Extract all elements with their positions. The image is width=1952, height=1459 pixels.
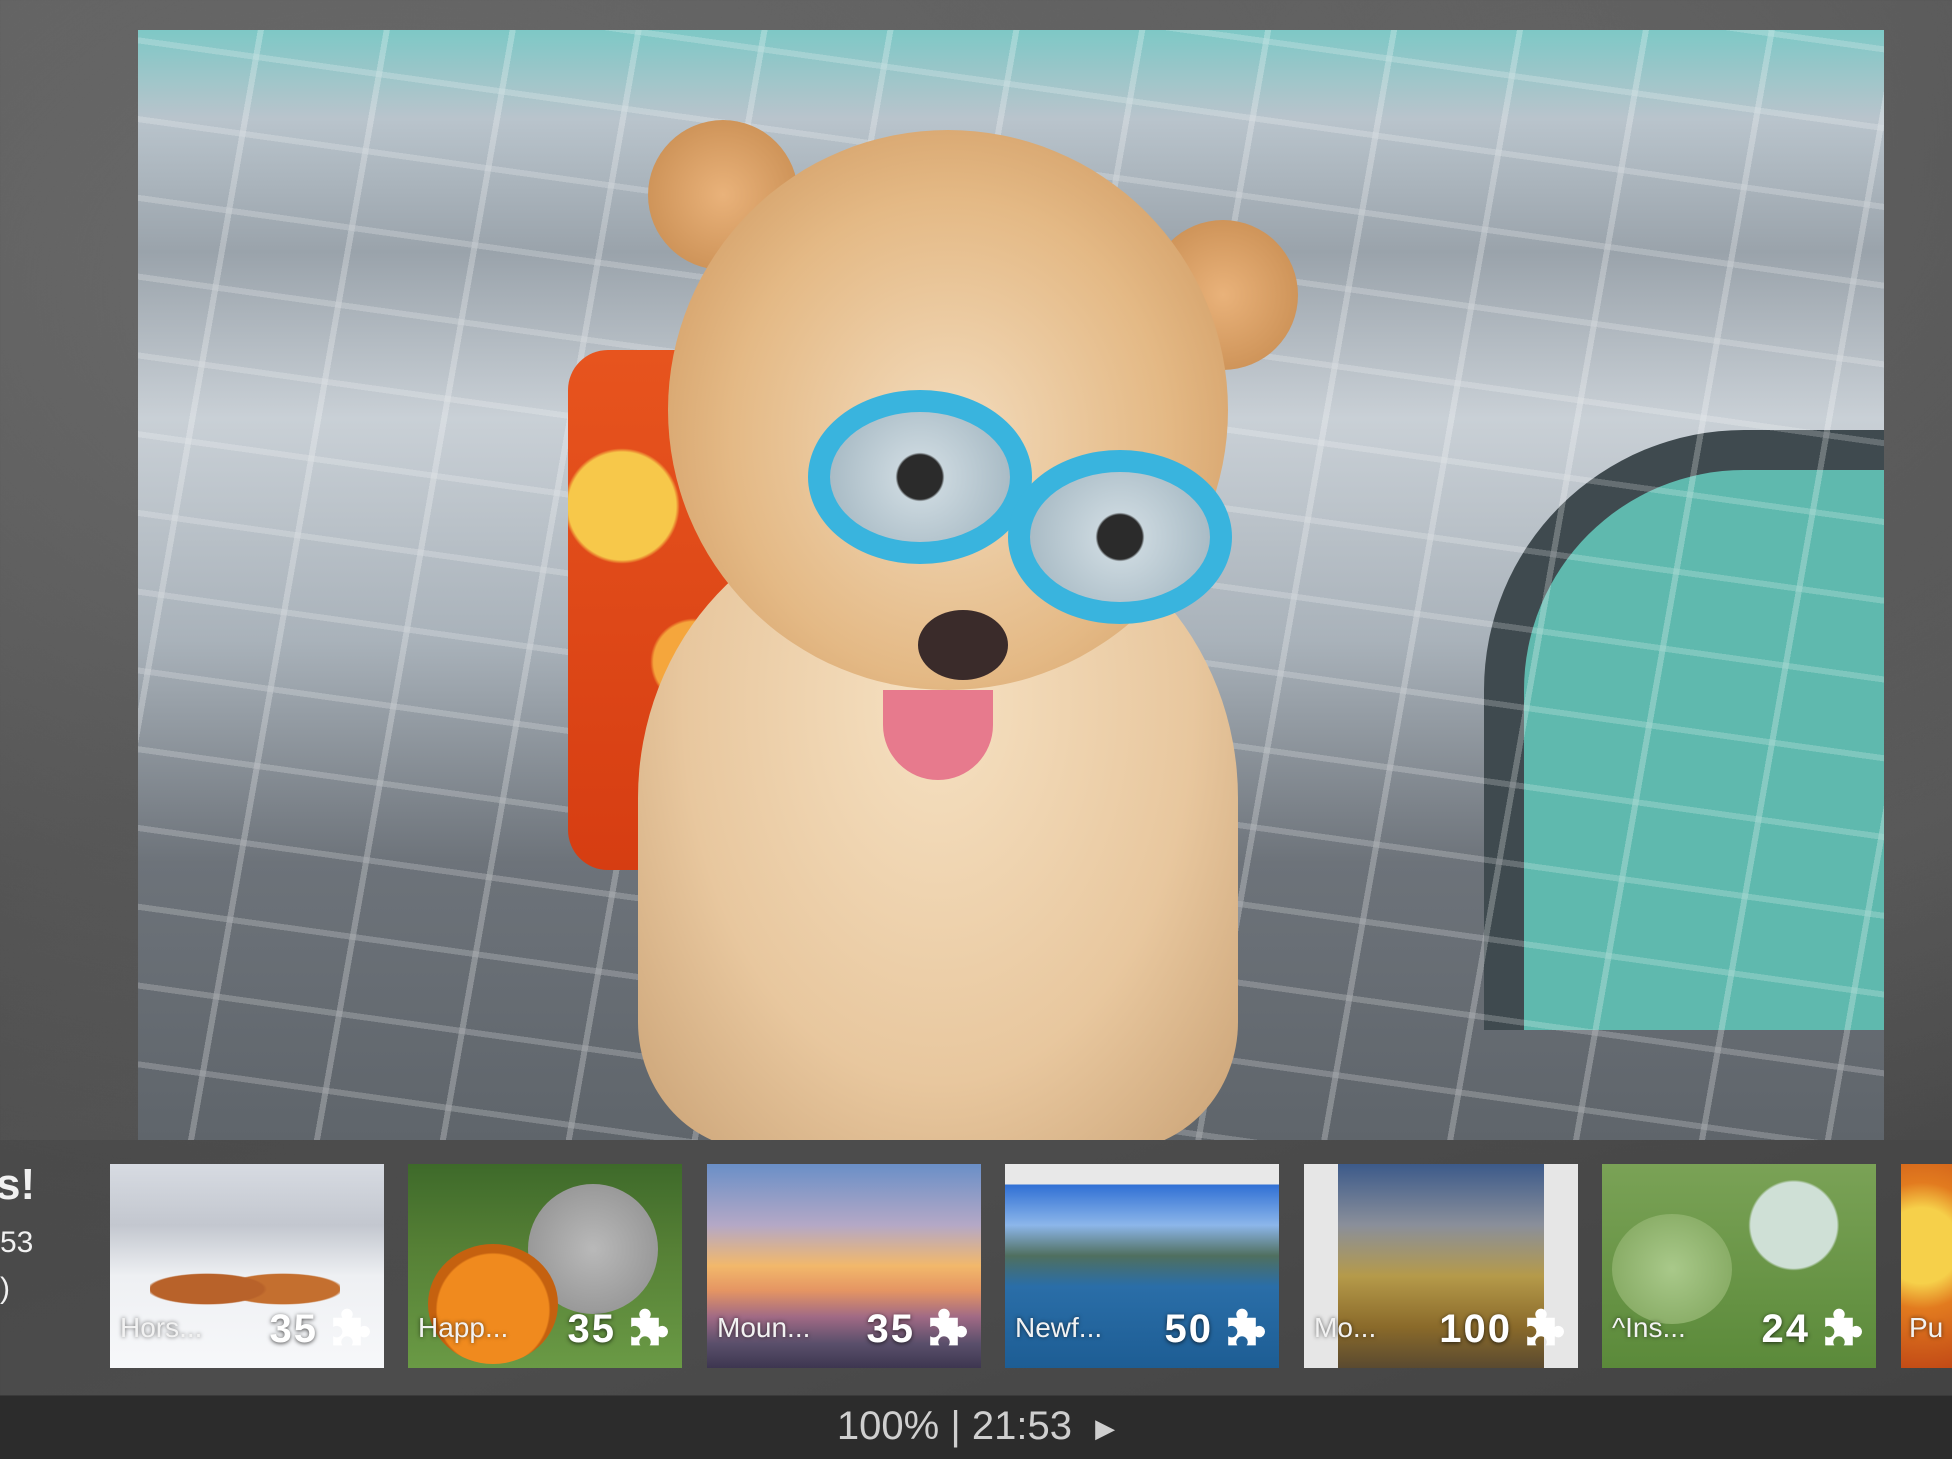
status-text: 100% | 21:53 ▶ bbox=[0, 1404, 1952, 1449]
play-icon[interactable]: ▶ bbox=[1095, 1413, 1115, 1444]
status-separator: | bbox=[950, 1404, 961, 1448]
dog-nose bbox=[918, 610, 1008, 680]
puzzle-piece-icon bbox=[631, 1308, 668, 1346]
piece-count: 35 bbox=[866, 1307, 915, 1351]
puzzle-thumb-insect[interactable]: ^Ins... 24 bbox=[1602, 1164, 1876, 1368]
puzzle-image[interactable] bbox=[138, 30, 1884, 1140]
puzzle-thumb-flowers[interactable]: Pu bbox=[1901, 1164, 1952, 1368]
thumb-name: ^Ins... bbox=[1612, 1312, 1686, 1343]
puzzle-thumb-koalas[interactable]: Happ... 35 bbox=[408, 1164, 682, 1368]
side-info-line2: 53 bbox=[0, 1226, 34, 1259]
piece-count: 35 bbox=[269, 1307, 318, 1351]
thumb-name: Mo... bbox=[1314, 1312, 1377, 1343]
dog-head bbox=[668, 130, 1232, 780]
piece-count: 24 bbox=[1761, 1307, 1810, 1351]
puzzle-piece-icon bbox=[333, 1308, 370, 1346]
piece-count: 35 bbox=[567, 1307, 616, 1351]
piece-count: 100 bbox=[1439, 1307, 1512, 1351]
side-info-line3: ) bbox=[0, 1272, 10, 1305]
puzzle-piece-icon bbox=[1228, 1308, 1265, 1346]
puzzle-thumb-railway[interactable]: Mo... 100 bbox=[1304, 1164, 1578, 1368]
puzzle-piece-icon bbox=[1527, 1308, 1564, 1346]
goggle-right bbox=[1008, 450, 1232, 624]
thumb-name: Hors... bbox=[120, 1312, 203, 1343]
puzzle-thumb-newfoundland[interactable]: Newf... 50 bbox=[1005, 1164, 1279, 1368]
goggle-left bbox=[808, 390, 1032, 564]
thumb-name: Moun... bbox=[717, 1312, 811, 1343]
thumb-name: Pu bbox=[1909, 1312, 1944, 1343]
zoom-level: 100% bbox=[836, 1404, 940, 1448]
puzzle-piece-icon bbox=[1825, 1308, 1862, 1346]
status-bar: 100% | 21:53 ▶ bbox=[0, 1395, 1952, 1459]
puzzle-piece-icon bbox=[930, 1308, 967, 1346]
thumb-name: Happ... bbox=[418, 1312, 509, 1343]
dog-figure bbox=[568, 90, 1298, 1140]
piece-count: 50 bbox=[1164, 1307, 1213, 1351]
puzzle-thumb-horses[interactable]: Hors... 35 bbox=[110, 1164, 384, 1368]
thumb-name: Newf... bbox=[1015, 1312, 1103, 1343]
side-info-title: s! bbox=[0, 1160, 36, 1209]
timer: 21:53 bbox=[971, 1404, 1072, 1448]
puzzle-thumb-mountains[interactable]: Moun... 35 bbox=[707, 1164, 981, 1368]
